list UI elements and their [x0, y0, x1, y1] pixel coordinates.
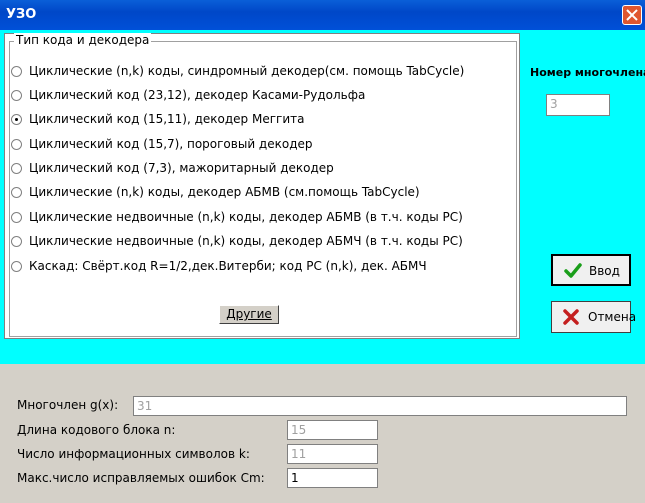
cross-icon	[563, 309, 579, 325]
polynomial-number-label: Номер многочлена	[530, 66, 645, 79]
radio-selected-dot	[15, 118, 18, 121]
close-icon	[626, 9, 638, 21]
max-errors-input[interactable]: 1	[287, 468, 378, 488]
ok-button[interactable]: Ввод	[551, 254, 631, 286]
info-symbols-label: Число информационных символов k:	[17, 447, 250, 461]
checkmark-icon	[564, 263, 582, 278]
other-button[interactable]: Другие	[219, 305, 279, 324]
close-button[interactable]	[622, 5, 642, 25]
cancel-button[interactable]: Отмена	[551, 301, 636, 333]
polynomial-input[interactable]: 31	[133, 396, 627, 416]
code-type-group-title: Тип кода и декодера	[14, 33, 152, 47]
info-symbols-input[interactable]: 11	[287, 444, 378, 464]
block-length-label: Длина кодового блока n:	[17, 423, 176, 437]
max-errors-label: Макс.число исправляемых ошибок Cm:	[17, 471, 265, 485]
polynomial-label: Многочлен g(x):	[17, 398, 119, 412]
polynomial-number-input[interactable]: 3	[546, 94, 610, 116]
block-length-input[interactable]: 15	[287, 420, 378, 440]
window-title: УЗО	[6, 7, 37, 22]
title-bar: УЗО	[0, 0, 645, 30]
